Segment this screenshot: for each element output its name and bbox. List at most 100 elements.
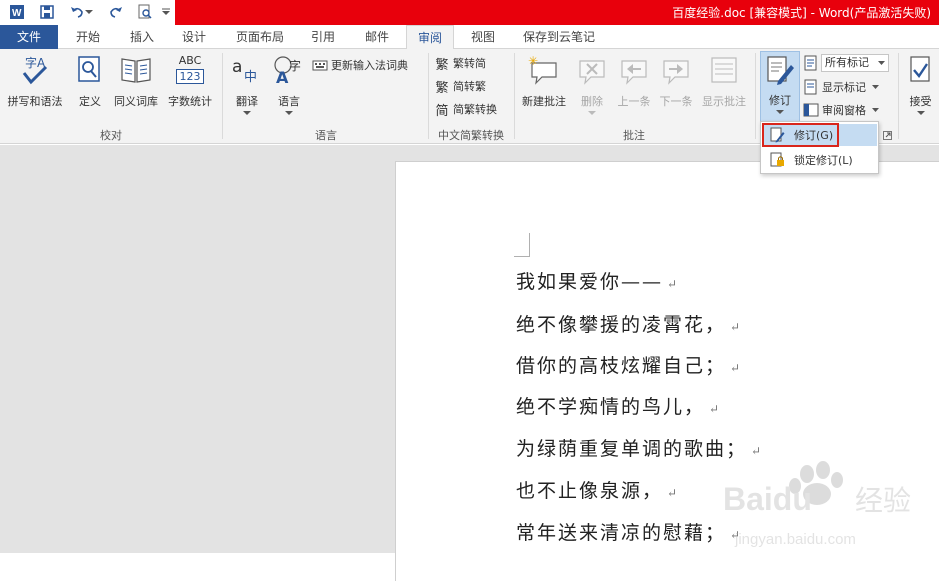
accept-label: 接受 xyxy=(909,95,932,108)
previous-comment-icon xyxy=(621,60,647,85)
accept-dropdown-icon xyxy=(917,111,925,115)
paragraph-mark: ↵ xyxy=(709,402,722,416)
thesaurus-button[interactable]: 同义词库 xyxy=(110,53,162,109)
language-button[interactable]: A 字 语言 xyxy=(270,53,308,121)
document-line[interactable]: 也不止像泉源， ↵ xyxy=(516,476,679,503)
undo-dropdown-icon[interactable] xyxy=(84,3,94,21)
show-markup-button[interactable]: 显示标记 xyxy=(803,77,879,97)
tab-design[interactable]: 设计 xyxy=(168,25,220,49)
delete-comment-button[interactable]: 删除 xyxy=(573,53,611,121)
tab-insert[interactable]: 插入 xyxy=(116,25,168,49)
ribbon-tabs: 文件 开始 插入 设计 页面布局 引用 邮件 审阅 视图 保存到云笔记 xyxy=(0,25,939,50)
review-pane-label: 审阅窗格 xyxy=(822,104,866,117)
tab-save-cloud-note[interactable]: 保存到云笔记 xyxy=(514,25,604,49)
svg-text:A: A xyxy=(276,68,289,85)
review-pane-button[interactable]: 审阅窗格 xyxy=(803,100,879,120)
show-comments-button[interactable]: 显示批注 xyxy=(697,53,751,109)
customize-qat-icon[interactable] xyxy=(160,3,172,21)
track-changes-label: 修订 xyxy=(769,94,791,107)
chinese-conversion-label: 简繁转换 xyxy=(453,103,497,116)
review-pane-icon xyxy=(803,102,819,118)
group-separator xyxy=(755,53,756,139)
delete-comment-icon xyxy=(579,60,605,85)
spelling-grammar-button[interactable]: 字A 拼写和语法 xyxy=(4,53,66,109)
tab-review[interactable]: 审阅 xyxy=(406,25,454,50)
keyboard-icon xyxy=(312,57,328,73)
next-comment-label: 下一条 xyxy=(659,95,693,108)
document-line[interactable]: 绝不学痴情的鸟儿， ↵ xyxy=(516,392,721,419)
paragraph-mark: ↵ xyxy=(667,486,680,500)
track-changes-button[interactable]: 修订 xyxy=(760,51,800,123)
show-markup-dropdown-icon xyxy=(872,84,879,89)
new-comment-button[interactable]: ✳ 新建批注 xyxy=(517,53,571,109)
translate-dropdown-icon xyxy=(243,111,251,115)
markup-view-selected-value: 所有标记 xyxy=(825,56,869,69)
tab-view[interactable]: 视图 xyxy=(460,25,506,49)
delete-comment-label: 删除 xyxy=(581,95,603,108)
delete-dropdown-icon xyxy=(588,111,596,115)
markup-view-select[interactable]: 所有标记 xyxy=(821,54,889,72)
word-app-icon: W xyxy=(8,3,26,21)
document-line[interactable]: 绝不像攀援的凌霄花， ↵ xyxy=(516,310,742,337)
define-label: 定义 xyxy=(79,95,101,108)
document-line-text: 绝不像攀援的凌霄花， xyxy=(516,314,727,336)
define-book-icon xyxy=(78,56,100,82)
review-pane-dropdown-icon xyxy=(872,107,879,112)
paragraph-mark: ↵ xyxy=(667,277,680,291)
spelling-check-icon: 字A xyxy=(22,55,48,85)
watermark-url: jingyan.baidu.com xyxy=(734,531,856,548)
document-line[interactable]: 我如果爱你—— ↵ xyxy=(516,267,679,294)
group-separator xyxy=(898,53,899,139)
tab-file[interactable]: 文件 xyxy=(0,25,58,49)
word-count-button[interactable]: ABC 123 字数统计 xyxy=(164,53,216,109)
traditional-to-simplified-button[interactable]: 繁 繁转简 xyxy=(434,53,486,73)
new-comment-icon: ✳ xyxy=(528,55,557,85)
baidu-paw-logo: Baidu 经验 jingyan.baidu.com xyxy=(723,461,911,548)
thesaurus-book-icon xyxy=(121,58,151,83)
title-bar: W 百度经验.doc [兼容模式] - Word(产品激活失败) xyxy=(0,0,939,25)
tab-references[interactable]: 引用 xyxy=(300,25,346,49)
title-bar-accent: 百度经验.doc [兼容模式] - Word(产品激活失败) xyxy=(175,0,939,25)
lock-tracking-icon xyxy=(769,152,785,168)
show-markup-icon xyxy=(803,79,819,95)
simplified-to-traditional-icon: 繁 xyxy=(435,80,449,96)
document-line-text: 绝不学痴情的鸟儿， xyxy=(516,396,706,418)
tab-mailings[interactable]: 邮件 xyxy=(354,25,400,49)
group-label-chinese-conversion: 中文简繁转换 xyxy=(438,129,504,142)
chinese-conversion-button[interactable]: 简 简繁转换 xyxy=(434,99,497,119)
group-separator xyxy=(222,53,223,139)
tab-layout[interactable]: 页面布局 xyxy=(226,25,294,49)
redo-icon[interactable] xyxy=(107,3,125,21)
save-icon[interactable] xyxy=(38,3,56,21)
simplified-to-traditional-button[interactable]: 繁 简转繁 xyxy=(434,76,486,96)
show-comments-label: 显示批注 xyxy=(702,95,746,108)
translate-icon: a 中 xyxy=(232,57,257,85)
baidu-jingyan-watermark: Baidu 经验 jingyan.baidu.com xyxy=(715,452,935,552)
accept-button[interactable]: 接受 xyxy=(902,53,939,121)
document-line-text: 常年送来清凉的慰藉； xyxy=(516,522,727,544)
svg-text:字: 字 xyxy=(289,58,301,73)
menu-item-lock-tracking-label: 锁定修订(L) xyxy=(794,154,853,167)
document-line[interactable]: 借你的高枝炫耀自己； ↵ xyxy=(516,351,742,378)
paragraph-mark: ↵ xyxy=(730,361,743,375)
accept-icon xyxy=(910,56,930,82)
language-dropdown-icon xyxy=(285,111,293,115)
document-line[interactable]: 常年送来清凉的慰藉； ↵ xyxy=(516,518,742,545)
translate-button[interactable]: a 中 翻译 xyxy=(228,53,266,121)
markup-view-icon xyxy=(803,55,819,71)
print-preview-icon[interactable] xyxy=(136,3,154,21)
previous-comment-button[interactable]: 上一条 xyxy=(613,53,655,109)
highlight-annotation-box xyxy=(762,123,839,147)
margin-corner-marker xyxy=(514,233,530,257)
document-line-text: 为绿荫重复单调的歌曲； xyxy=(516,438,748,460)
group-label-comments: 批注 xyxy=(623,129,645,142)
menu-item-lock-tracking[interactable]: 锁定修订(L) xyxy=(763,149,877,171)
translate-label: 翻译 xyxy=(236,95,258,108)
next-comment-button[interactable]: 下一条 xyxy=(655,53,697,109)
tracking-options-launcher-icon[interactable] xyxy=(883,129,892,140)
traditional-to-simplified-icon: 繁 xyxy=(435,57,449,73)
tab-home[interactable]: 开始 xyxy=(62,25,114,49)
define-button[interactable]: 定义 xyxy=(72,53,108,109)
update-ime-dictionary-button[interactable]: 更新输入法词典 xyxy=(312,55,408,75)
svg-text:a: a xyxy=(232,57,242,77)
